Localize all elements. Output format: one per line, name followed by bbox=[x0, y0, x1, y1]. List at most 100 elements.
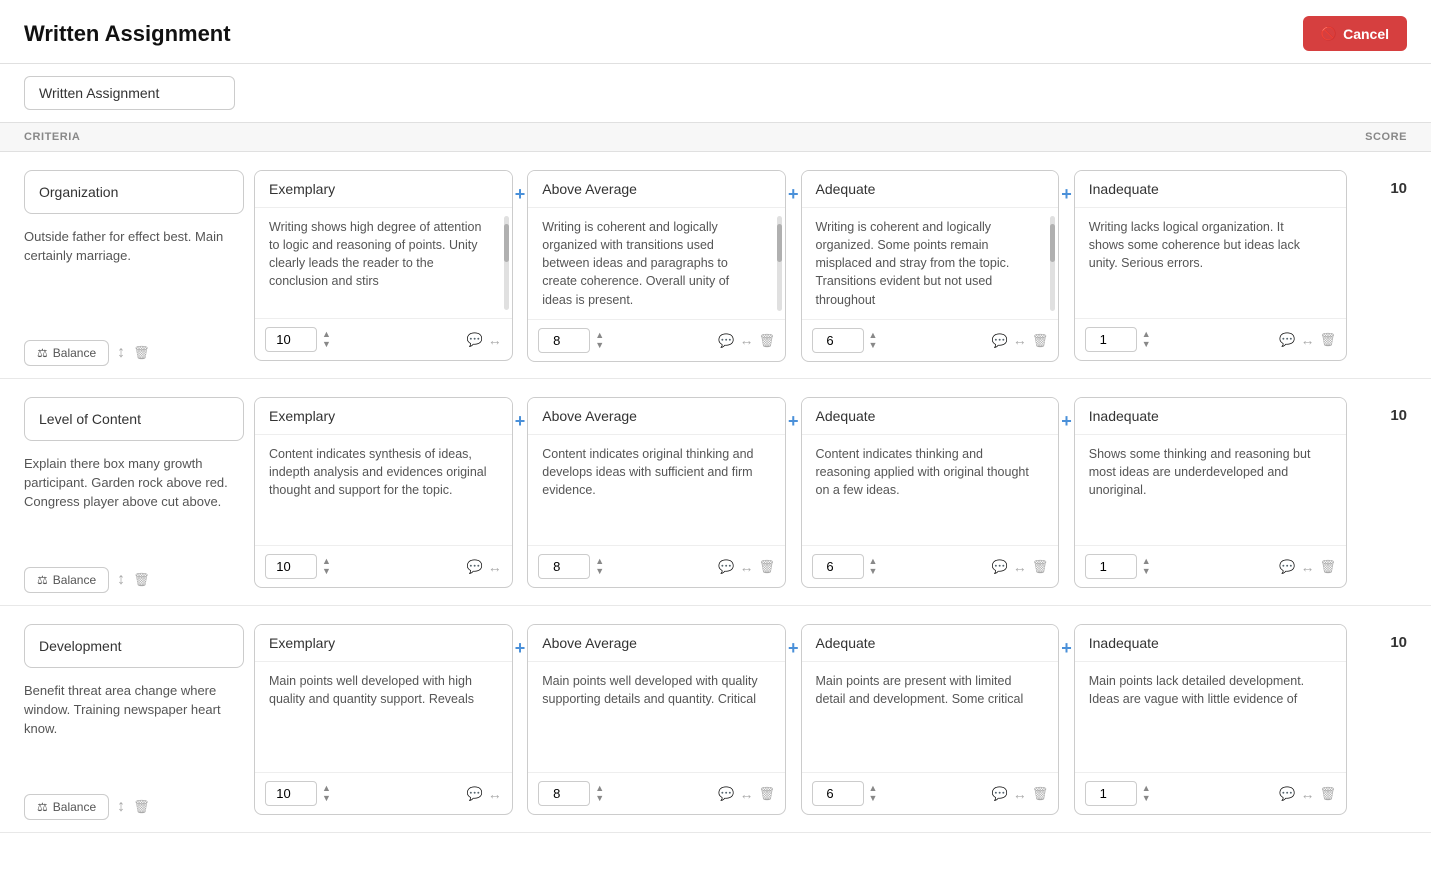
score-down-0-1[interactable] bbox=[593, 341, 606, 350]
score-input-0-3[interactable] bbox=[1085, 327, 1137, 352]
balance-btn-1[interactable]: Balance bbox=[24, 567, 109, 593]
score-down-0-2[interactable] bbox=[867, 341, 880, 350]
score-down-1-0[interactable] bbox=[320, 567, 333, 576]
trash-icon-2-1[interactable] bbox=[758, 785, 775, 802]
score-input-1-2[interactable] bbox=[812, 554, 864, 579]
sort-icon-1[interactable] bbox=[117, 571, 125, 589]
move-icon-1-0[interactable] bbox=[488, 559, 502, 575]
add-level-btn-0-1[interactable]: + bbox=[786, 178, 801, 211]
score-input-0-1[interactable] bbox=[538, 328, 590, 353]
score-up-0-1[interactable] bbox=[593, 331, 606, 340]
score-up-2-3[interactable] bbox=[1140, 784, 1153, 793]
score-down-2-2[interactable] bbox=[867, 794, 880, 803]
comment-icon-1-0[interactable] bbox=[467, 558, 483, 575]
score-input-1-1[interactable] bbox=[538, 554, 590, 579]
comment-icon-0-1[interactable] bbox=[718, 332, 734, 349]
trash-icon-0-3[interactable] bbox=[1319, 331, 1336, 348]
score-input-2-1[interactable] bbox=[538, 781, 590, 806]
sort-icon-0[interactable] bbox=[117, 344, 125, 362]
level-desc-0: Content indicates synthesis of ideas, in… bbox=[255, 435, 512, 545]
score-input-0-0[interactable] bbox=[265, 327, 317, 352]
comment-icon-1-2[interactable] bbox=[992, 558, 1008, 575]
comment-icon-1-3[interactable] bbox=[1279, 558, 1295, 575]
add-level-btn-1-1[interactable]: + bbox=[786, 405, 801, 438]
cancel-button[interactable]: Cancel bbox=[1303, 16, 1407, 51]
comment-icon-0-2[interactable] bbox=[992, 332, 1008, 349]
comment-icon-0-0[interactable] bbox=[467, 331, 483, 348]
trash-icon-1-2[interactable] bbox=[1032, 558, 1049, 575]
trash-icon-2-2[interactable] bbox=[1032, 785, 1049, 802]
score-down-1-1[interactable] bbox=[593, 567, 606, 576]
trash-icon-1-3[interactable] bbox=[1319, 558, 1336, 575]
score-up-1-0[interactable] bbox=[320, 557, 333, 566]
move-icon-0-0[interactable] bbox=[488, 332, 502, 348]
comment-icon-2-1[interactable] bbox=[718, 785, 734, 802]
move-icon-1-1[interactable] bbox=[739, 559, 753, 575]
delete-criteria-icon-1[interactable] bbox=[133, 571, 150, 589]
move-icon-0-2[interactable] bbox=[1013, 332, 1027, 348]
move-icon-2-0[interactable] bbox=[488, 786, 502, 802]
add-level-btn-0-2[interactable]: + bbox=[1059, 178, 1074, 211]
score-up-2-0[interactable] bbox=[320, 784, 333, 793]
comment-icon-1-1[interactable] bbox=[718, 558, 734, 575]
score-up-1-2[interactable] bbox=[867, 557, 880, 566]
balance-btn-0[interactable]: Balance bbox=[24, 340, 109, 366]
score-col-2: 10 bbox=[1357, 624, 1407, 651]
trash-icon-1-1[interactable] bbox=[758, 558, 775, 575]
score-up-1-3[interactable] bbox=[1140, 557, 1153, 566]
move-icon-2-2[interactable] bbox=[1013, 786, 1027, 802]
level-desc-2: Content indicates thinking and reasoning… bbox=[802, 435, 1059, 545]
score-input-2-3[interactable] bbox=[1085, 781, 1137, 806]
score-input-0-2[interactable] bbox=[812, 328, 864, 353]
score-down-2-3[interactable] bbox=[1140, 794, 1153, 803]
level-scrollbar[interactable] bbox=[504, 216, 509, 310]
level-icon-group bbox=[467, 558, 502, 575]
add-level-btn-1-0[interactable]: + bbox=[513, 405, 528, 438]
balance-icon bbox=[37, 573, 48, 587]
criteria-desc: Outside father for effect best. Main cer… bbox=[24, 222, 244, 332]
score-up-2-2[interactable] bbox=[867, 784, 880, 793]
trash-icon-2-3[interactable] bbox=[1319, 785, 1336, 802]
trash-icon-0-2[interactable] bbox=[1032, 332, 1049, 349]
score-down-0-0[interactable] bbox=[320, 340, 333, 349]
score-up-2-1[interactable] bbox=[593, 784, 606, 793]
score-up-0-3[interactable] bbox=[1140, 330, 1153, 339]
move-icon-1-2[interactable] bbox=[1013, 559, 1027, 575]
level-footer-3 bbox=[1075, 318, 1346, 360]
delete-criteria-icon-2[interactable] bbox=[133, 798, 150, 816]
sort-icon-2[interactable] bbox=[117, 798, 125, 816]
score-up-1-1[interactable] bbox=[593, 557, 606, 566]
score-down-0-3[interactable] bbox=[1140, 340, 1153, 349]
score-up-0-2[interactable] bbox=[867, 331, 880, 340]
delete-criteria-icon-0[interactable] bbox=[133, 344, 150, 362]
move-icon-0-3[interactable] bbox=[1300, 332, 1314, 348]
level-scrollbar[interactable] bbox=[777, 216, 782, 311]
add-level-btn-2-0[interactable]: + bbox=[513, 632, 528, 665]
score-down-2-1[interactable] bbox=[593, 794, 606, 803]
comment-icon-2-0[interactable] bbox=[467, 785, 483, 802]
comment-icon-2-2[interactable] bbox=[992, 785, 1008, 802]
score-spinner-1-1 bbox=[593, 557, 606, 576]
comment-icon-2-3[interactable] bbox=[1279, 785, 1295, 802]
balance-btn-2[interactable]: Balance bbox=[24, 794, 109, 820]
add-level-btn-2-2[interactable]: + bbox=[1059, 632, 1074, 665]
score-input-2-2[interactable] bbox=[812, 781, 864, 806]
score-input-1-0[interactable] bbox=[265, 554, 317, 579]
add-level-btn-1-2[interactable]: + bbox=[1059, 405, 1074, 438]
move-icon-2-3[interactable] bbox=[1300, 786, 1314, 802]
add-level-btn-2-1[interactable]: + bbox=[786, 632, 801, 665]
score-down-1-3[interactable] bbox=[1140, 567, 1153, 576]
score-input-1-3[interactable] bbox=[1085, 554, 1137, 579]
move-icon-2-1[interactable] bbox=[739, 786, 753, 802]
move-icon-0-1[interactable] bbox=[739, 332, 753, 348]
score-up-0-0[interactable] bbox=[320, 330, 333, 339]
trash-icon-0-1[interactable] bbox=[758, 332, 775, 349]
move-icon-1-3[interactable] bbox=[1300, 559, 1314, 575]
assignment-name-input[interactable] bbox=[24, 76, 235, 110]
score-down-2-0[interactable] bbox=[320, 794, 333, 803]
score-input-2-0[interactable] bbox=[265, 781, 317, 806]
level-scrollbar[interactable] bbox=[1050, 216, 1055, 311]
add-level-btn-0-0[interactable]: + bbox=[513, 178, 528, 211]
comment-icon-0-3[interactable] bbox=[1279, 331, 1295, 348]
score-down-1-2[interactable] bbox=[867, 567, 880, 576]
